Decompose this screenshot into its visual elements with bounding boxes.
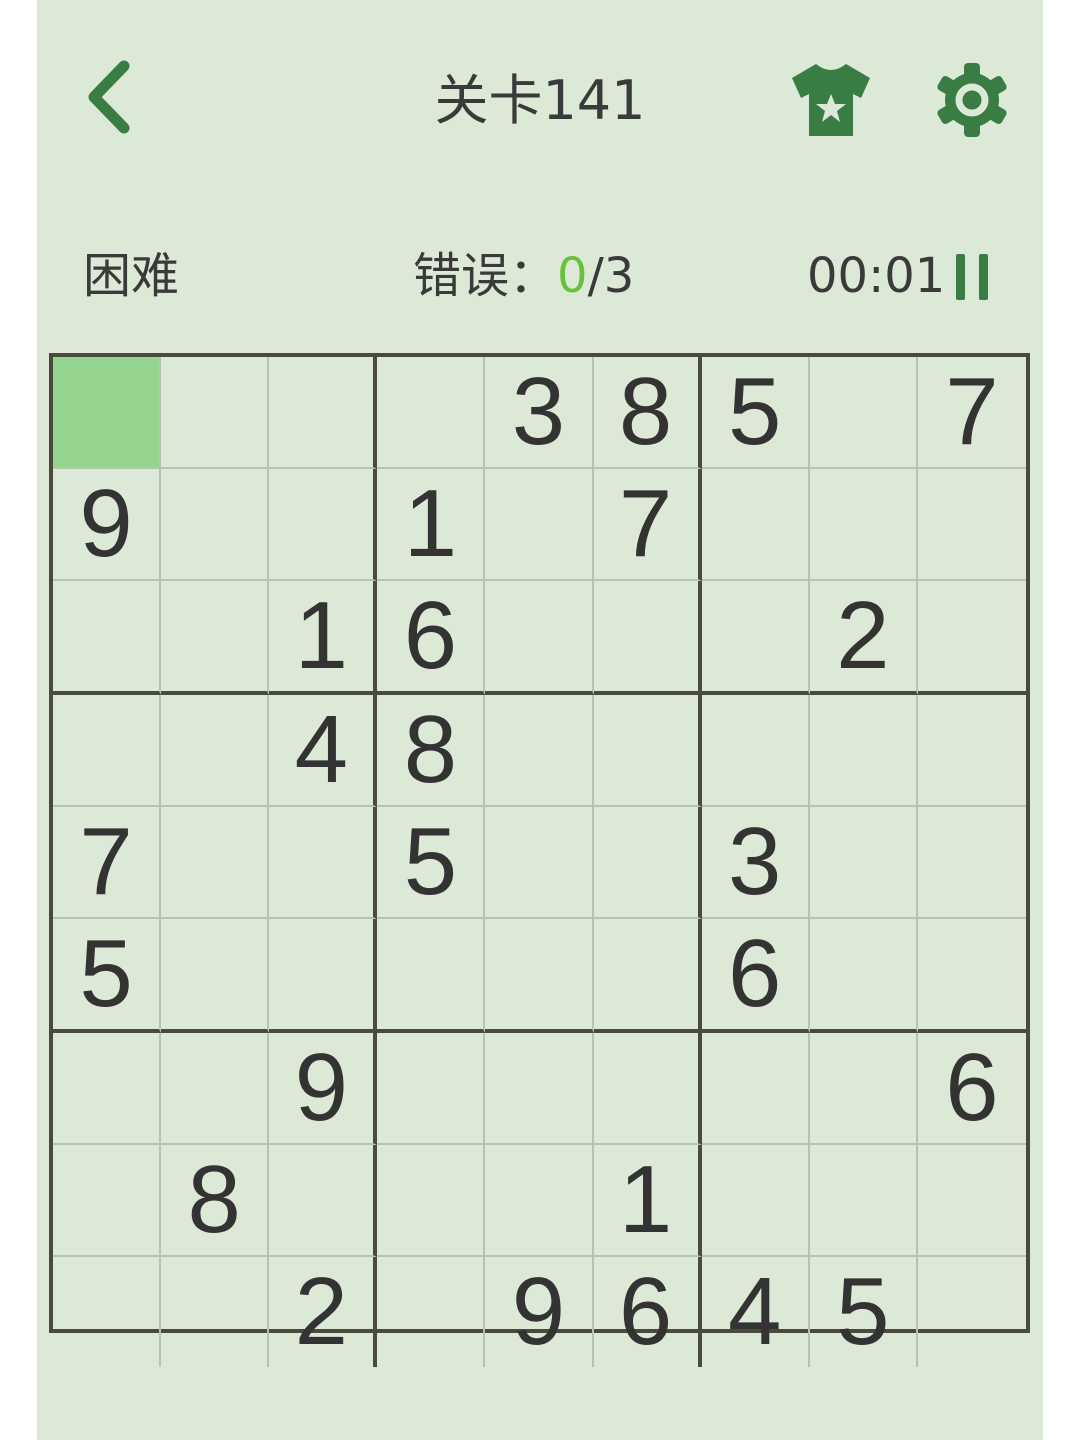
sudoku-cell[interactable]: 9 bbox=[485, 1257, 594, 1367]
sudoku-cell[interactable] bbox=[485, 581, 594, 695]
errors-count: 0 bbox=[557, 248, 588, 304]
sudoku-cell[interactable] bbox=[593, 695, 702, 807]
sudoku-cell[interactable] bbox=[917, 469, 1026, 581]
sudoku-cell[interactable] bbox=[917, 581, 1026, 695]
settings-button[interactable] bbox=[931, 56, 1013, 144]
sudoku-cell[interactable]: 6 bbox=[917, 1033, 1026, 1145]
sudoku-cell[interactable] bbox=[593, 807, 702, 919]
sudoku-cell[interactable] bbox=[809, 695, 918, 807]
sudoku-cell[interactable]: 6 bbox=[701, 919, 810, 1033]
sudoku-cell[interactable] bbox=[53, 1257, 162, 1367]
pause-icon bbox=[956, 254, 988, 300]
sudoku-cell[interactable] bbox=[485, 695, 594, 807]
sudoku-cell[interactable] bbox=[701, 469, 810, 581]
sudoku-cell[interactable] bbox=[593, 581, 702, 695]
sudoku-cell[interactable]: 8 bbox=[377, 695, 486, 807]
difficulty-label: 困难 bbox=[83, 248, 180, 304]
sudoku-cell[interactable] bbox=[485, 1033, 594, 1145]
sudoku-cell[interactable]: 1 bbox=[593, 1145, 702, 1257]
sudoku-cell[interactable] bbox=[53, 581, 162, 695]
sudoku-cell[interactable]: 5 bbox=[701, 357, 810, 469]
sudoku-cell[interactable] bbox=[269, 1145, 378, 1257]
sudoku-cell[interactable] bbox=[53, 357, 162, 469]
sudoku-cell[interactable] bbox=[161, 807, 270, 919]
sudoku-cell[interactable] bbox=[809, 1033, 918, 1145]
sudoku-cell[interactable]: 5 bbox=[53, 919, 162, 1033]
sudoku-cell[interactable]: 2 bbox=[809, 581, 918, 695]
sudoku-cell[interactable] bbox=[269, 469, 378, 581]
sudoku-cell[interactable] bbox=[701, 1033, 810, 1145]
timer: 00:01 bbox=[807, 248, 946, 304]
sudoku-cell[interactable] bbox=[485, 469, 594, 581]
sudoku-cell[interactable] bbox=[917, 919, 1026, 1033]
sudoku-cell[interactable] bbox=[269, 919, 378, 1033]
sudoku-cell[interactable]: 8 bbox=[593, 357, 702, 469]
sudoku-cell[interactable] bbox=[53, 1033, 162, 1145]
errors-max: /3 bbox=[587, 248, 635, 304]
sudoku-cell[interactable] bbox=[269, 807, 378, 919]
shirt-star-icon bbox=[792, 64, 870, 136]
sudoku-cell[interactable]: 6 bbox=[377, 581, 486, 695]
sudoku-cell[interactable] bbox=[809, 919, 918, 1033]
sudoku-cell[interactable] bbox=[161, 357, 270, 469]
sudoku-cell[interactable] bbox=[377, 1033, 486, 1145]
sudoku-cell[interactable] bbox=[701, 695, 810, 807]
sudoku-cell[interactable]: 7 bbox=[593, 469, 702, 581]
sudoku-cell[interactable] bbox=[269, 357, 378, 469]
sudoku-cell[interactable]: 5 bbox=[810, 1257, 918, 1367]
sudoku-cell[interactable] bbox=[161, 469, 270, 581]
sudoku-cell[interactable]: 1 bbox=[269, 581, 378, 695]
sudoku-cell[interactable] bbox=[917, 1145, 1026, 1257]
sudoku-cell[interactable]: 4 bbox=[702, 1257, 810, 1367]
theme-button[interactable] bbox=[785, 58, 877, 142]
sudoku-cell[interactable] bbox=[701, 581, 810, 695]
sudoku-cell[interactable]: 8 bbox=[161, 1145, 270, 1257]
sudoku-cell[interactable] bbox=[53, 1145, 162, 1257]
sudoku-cell[interactable] bbox=[485, 807, 594, 919]
sudoku-cell[interactable] bbox=[377, 357, 486, 469]
sudoku-cell[interactable] bbox=[377, 1145, 486, 1257]
gear-icon bbox=[937, 63, 1007, 137]
sudoku-cell[interactable] bbox=[53, 695, 162, 807]
sudoku-cell[interactable] bbox=[161, 919, 270, 1033]
sudoku-cell[interactable]: 4 bbox=[269, 695, 378, 807]
sudoku-cell[interactable]: 9 bbox=[53, 469, 162, 581]
sudoku-board: 38579171624875356968129645 bbox=[49, 353, 1030, 1367]
sudoku-cell[interactable] bbox=[161, 695, 270, 807]
sudoku-cell[interactable]: 5 bbox=[377, 807, 486, 919]
sudoku-cell[interactable] bbox=[809, 1145, 918, 1257]
sudoku-cell[interactable] bbox=[593, 1033, 702, 1145]
sudoku-cell[interactable] bbox=[377, 919, 486, 1033]
sudoku-cell[interactable]: 1 bbox=[377, 469, 486, 581]
sudoku-cell[interactable]: 3 bbox=[701, 807, 810, 919]
sudoku-cell[interactable] bbox=[917, 695, 1026, 807]
pause-button[interactable] bbox=[951, 250, 993, 304]
page-title: 关卡141 bbox=[434, 69, 646, 132]
app-screen: 关卡141 困难 错误：0/3 00:01 3 8 5 7 9 1 7 1 6 … bbox=[37, 0, 1043, 1440]
sudoku-cell[interactable] bbox=[701, 1145, 810, 1257]
sudoku-cell[interactable] bbox=[809, 357, 918, 469]
errors-counter: 错误：0/3 bbox=[413, 244, 634, 308]
sudoku-cell[interactable]: 9 bbox=[269, 1033, 378, 1145]
sudoku-cell[interactable]: 7 bbox=[917, 357, 1026, 469]
sudoku-cell[interactable] bbox=[809, 469, 918, 581]
sudoku-cell[interactable] bbox=[917, 807, 1026, 919]
sudoku-cell[interactable] bbox=[593, 919, 702, 1033]
sudoku-cell[interactable] bbox=[161, 1033, 270, 1145]
sudoku-cell[interactable] bbox=[161, 581, 270, 695]
errors-label: 错误： bbox=[413, 248, 558, 304]
sudoku-cell[interactable]: 3 bbox=[485, 357, 594, 469]
sudoku-cell[interactable] bbox=[377, 1257, 486, 1367]
sudoku-cell[interactable] bbox=[161, 1257, 270, 1367]
sudoku-cell[interactable] bbox=[918, 1257, 1026, 1367]
sudoku-cell[interactable]: 2 bbox=[269, 1257, 378, 1367]
sudoku-cell[interactable]: 7 bbox=[53, 807, 162, 919]
sudoku-cell[interactable] bbox=[485, 919, 594, 1033]
sudoku-cell[interactable]: 6 bbox=[594, 1257, 702, 1367]
sudoku-cell[interactable] bbox=[809, 807, 918, 919]
sudoku-cell[interactable] bbox=[485, 1145, 594, 1257]
